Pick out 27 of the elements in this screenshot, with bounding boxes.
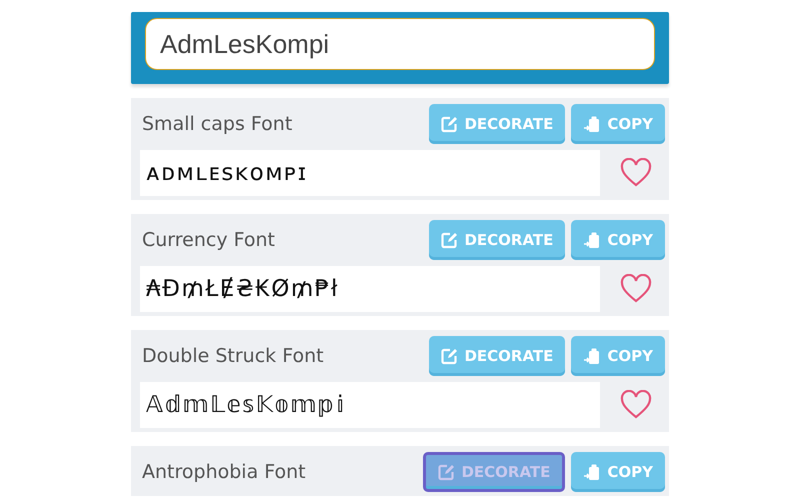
- clipboard-icon: [583, 463, 602, 481]
- clipboard-icon: [583, 347, 602, 365]
- decorate-button[interactable]: DECORATE: [429, 336, 566, 376]
- font-name: Antrophobia Font: [141, 461, 307, 483]
- edit-icon: [441, 348, 458, 364]
- font-name: Currency Font: [141, 229, 276, 251]
- heart-icon[interactable]: [620, 158, 652, 188]
- copy-button[interactable]: COPY: [571, 336, 665, 376]
- styled-text: ₳Đ₥ŁɆ₴₭Ø₥₱ł: [146, 276, 339, 302]
- styled-text: 𝔸𝕕𝕞𝕃𝕖𝕤𝕂𝕠𝕞𝕡𝕚: [146, 392, 346, 418]
- clipboard-icon: [583, 115, 602, 133]
- text-input-field[interactable]: AdmLesKompi: [145, 18, 655, 70]
- clipboard-icon: [583, 231, 602, 249]
- heart-icon[interactable]: [620, 274, 652, 304]
- edit-icon: [438, 464, 456, 480]
- font-name: Small caps Font: [141, 113, 294, 135]
- edit-icon: [441, 116, 458, 132]
- decorate-button[interactable]: DECORATE: [423, 452, 566, 492]
- copy-button[interactable]: COPY: [571, 220, 665, 260]
- heart-icon[interactable]: [620, 390, 652, 420]
- copy-button[interactable]: COPY: [571, 452, 665, 492]
- decorate-button[interactable]: DECORATE: [429, 104, 566, 144]
- decorate-button[interactable]: DECORATE: [429, 220, 566, 260]
- copy-button[interactable]: COPY: [571, 104, 665, 144]
- edit-icon: [441, 232, 458, 248]
- styled-text: ᴀᴅᴍʟᴇꜱᴋᴏᴍᴘɪ: [146, 160, 308, 186]
- font-name: Double Struck Font: [141, 345, 325, 367]
